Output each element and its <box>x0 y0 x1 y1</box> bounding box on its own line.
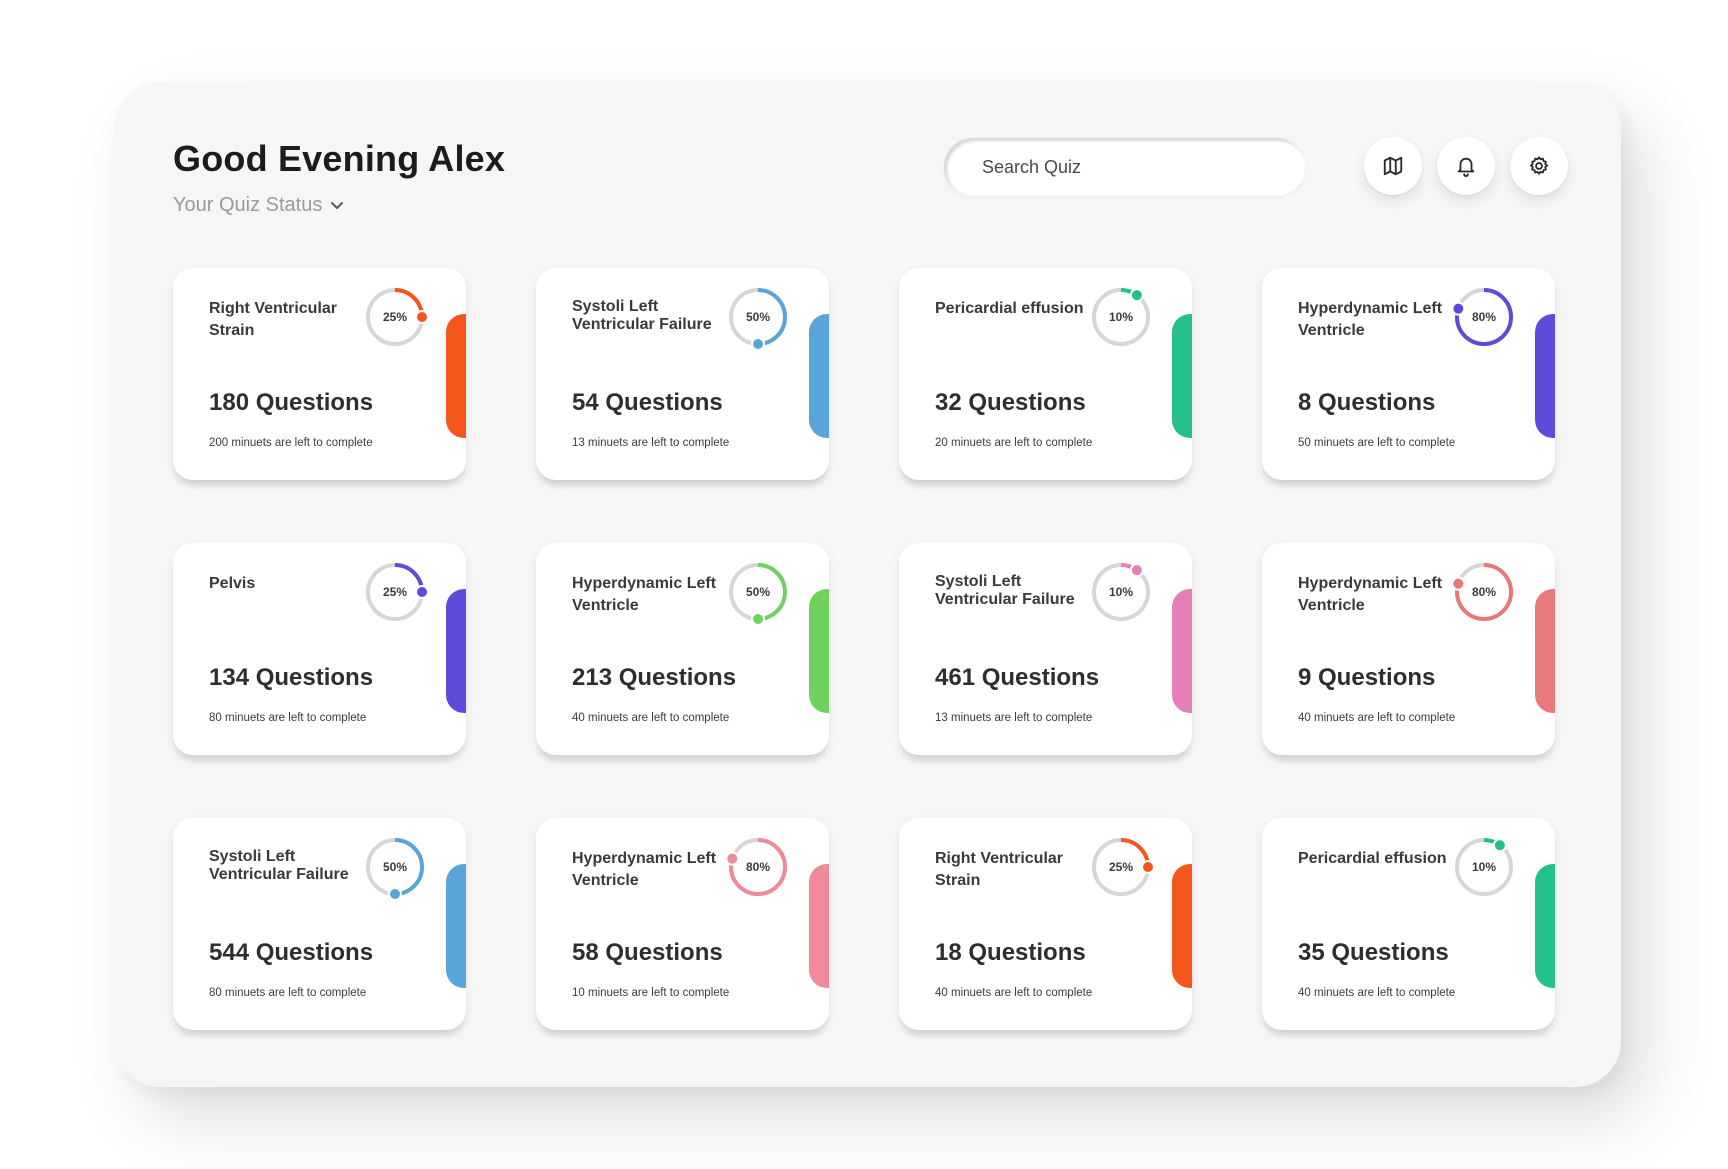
quiz-color-tab <box>809 314 829 438</box>
bell-icon <box>1455 155 1477 177</box>
quiz-card[interactable]: Pericardial effusion 10% 35 Questions 40 mi… <box>1262 818 1555 1030</box>
time-left-text: 10 minuets are left to complete <box>572 987 730 999</box>
question-count: 18 Questions <box>935 939 1086 966</box>
quiz-title: Pericardial effusion <box>935 300 1084 317</box>
question-count: 461 Questions <box>935 664 1100 691</box>
quiz-color-tab <box>1535 864 1555 988</box>
progress-ring: 25% <box>364 286 429 348</box>
quiz-status-dropdown[interactable]: Your Quiz Status <box>173 194 344 217</box>
quiz-card[interactable]: Hyperdynamic Left Ventricle 50% 213 Questi… <box>536 543 829 755</box>
search-bar <box>944 138 1305 196</box>
quiz-color-tab <box>1172 589 1192 713</box>
question-count: 9 Questions <box>1298 664 1436 691</box>
quiz-card[interactable]: Right Ventricular Strain 25% 180 Questions… <box>173 268 466 480</box>
progress-ring: 80% <box>1451 286 1515 348</box>
question-count: 8 Questions <box>1298 389 1436 416</box>
time-left-text: 80 minuets are left to complete <box>209 712 367 724</box>
progress-label: 10% <box>1108 585 1134 599</box>
time-left-text: 50 minuets are left to complete <box>1298 437 1456 449</box>
quiz-color-tab <box>446 314 466 438</box>
quiz-card[interactable]: Systoli Left Ventricular Failure 10% 461 Q… <box>899 543 1192 755</box>
time-left-text: 40 minuets are left to complete <box>935 987 1093 999</box>
progress-ring: 80% <box>1451 561 1515 623</box>
progress-label: 50% <box>745 310 771 324</box>
question-count: 180 Questions <box>209 389 374 416</box>
progress-ring: 10% <box>1453 836 1515 898</box>
progress-label: 80% <box>745 860 771 874</box>
quiz-color-tab <box>809 864 829 988</box>
progress-ring: 10% <box>1090 561 1152 623</box>
map-button[interactable] <box>1364 137 1422 195</box>
quiz-title: Hyperdynamic Left Ventricle <box>572 575 717 614</box>
quiz-title: Right Ventricular Strain <box>209 300 338 339</box>
quiz-card[interactable]: Systoli Left Ventricular Failure 50% 54 Qu… <box>536 268 829 480</box>
quiz-color-tab <box>809 589 829 713</box>
quiz-status-label: Your Quiz Status <box>173 194 323 216</box>
quiz-color-tab <box>1172 314 1192 438</box>
time-left-text: 40 minuets are left to complete <box>1298 712 1456 724</box>
quiz-color-tab <box>1535 589 1555 713</box>
quiz-title: Pericardial effusion <box>1298 850 1447 867</box>
chevron-down-icon <box>330 201 344 211</box>
progress-label: 10% <box>1471 860 1497 874</box>
progress-ring: 50% <box>727 286 789 351</box>
quiz-title: Pelvis <box>209 575 256 592</box>
question-count: 134 Questions <box>209 664 374 691</box>
page-title: Good Evening Alex <box>173 138 506 179</box>
time-left-text: 40 minuets are left to complete <box>1298 987 1456 999</box>
question-count: 32 Questions <box>935 389 1086 416</box>
quiz-card[interactable]: Hyperdynamic Left Ventricle 80% 58 Questio… <box>536 818 829 1030</box>
progress-ring: 25% <box>1090 836 1155 898</box>
question-count: 54 Questions <box>572 389 723 416</box>
settings-button[interactable] <box>1510 137 1568 195</box>
quiz-title: Systoli Left Ventricular Failure <box>572 298 712 333</box>
progress-ring: 80% <box>725 836 789 898</box>
time-left-text: 80 minuets are left to complete <box>209 987 367 999</box>
quiz-title: Hyperdynamic Left Ventricle <box>1298 575 1443 614</box>
quiz-title: Hyperdynamic Left Ventricle <box>572 850 717 889</box>
time-left-text: 13 minuets are left to complete <box>572 437 730 449</box>
quiz-card[interactable]: Hyperdynamic Left Ventricle 80% 8 Question… <box>1262 268 1555 480</box>
quiz-card[interactable]: Hyperdynamic Left Ventricle 80% 9 Question… <box>1262 543 1555 755</box>
progress-ring: 50% <box>727 561 789 626</box>
progress-label: 10% <box>1108 310 1134 324</box>
question-count: 35 Questions <box>1298 939 1449 966</box>
time-left-text: 13 minuets are left to complete <box>935 712 1093 724</box>
quiz-card[interactable]: Pelvis 25% 134 Questions 80 minuets are lef… <box>173 543 466 755</box>
quiz-card[interactable]: Systoli Left Ventricular Failure 50% 544 Q… <box>173 818 466 1030</box>
quiz-title: Right Ventricular Strain <box>935 850 1064 889</box>
quiz-color-tab <box>446 589 466 713</box>
quiz-card[interactable]: Pericardial effusion 10% 32 Questions 20 mi… <box>899 268 1192 480</box>
quiz-color-tab <box>1172 864 1192 988</box>
map-icon <box>1382 155 1404 177</box>
time-left-text: 20 minuets are left to complete <box>935 437 1093 449</box>
progress-label: 25% <box>382 585 408 599</box>
quiz-title: Hyperdynamic Left Ventricle <box>1298 300 1443 339</box>
time-left-text: 200 minuets are left to complete <box>209 437 373 449</box>
progress-ring: 10% <box>1090 286 1152 348</box>
progress-label: 25% <box>382 310 408 324</box>
notifications-button[interactable] <box>1437 137 1495 195</box>
progress-label: 50% <box>382 860 408 874</box>
question-count: 58 Questions <box>572 939 723 966</box>
gear-icon <box>1528 155 1550 177</box>
progress-label: 50% <box>745 585 771 599</box>
time-left-text: 40 minuets are left to complete <box>572 712 730 724</box>
progress-label: 25% <box>1108 860 1134 874</box>
quiz-card[interactable]: Right Ventricular Strain 25% 18 Questions 4… <box>899 818 1192 1030</box>
progress-ring: 50% <box>364 836 426 901</box>
progress-ring: 25% <box>364 561 429 623</box>
quiz-color-tab <box>446 864 466 988</box>
progress-label: 80% <box>1471 585 1497 599</box>
search-input[interactable] <box>980 155 1264 179</box>
question-count: 213 Questions <box>572 664 737 691</box>
question-count: 544 Questions <box>209 939 374 966</box>
quiz-color-tab <box>1535 314 1555 438</box>
quiz-title: Systoli Left Ventricular Failure <box>935 573 1075 608</box>
progress-label: 80% <box>1471 310 1497 324</box>
quiz-title: Systoli Left Ventricular Failure <box>209 848 349 883</box>
